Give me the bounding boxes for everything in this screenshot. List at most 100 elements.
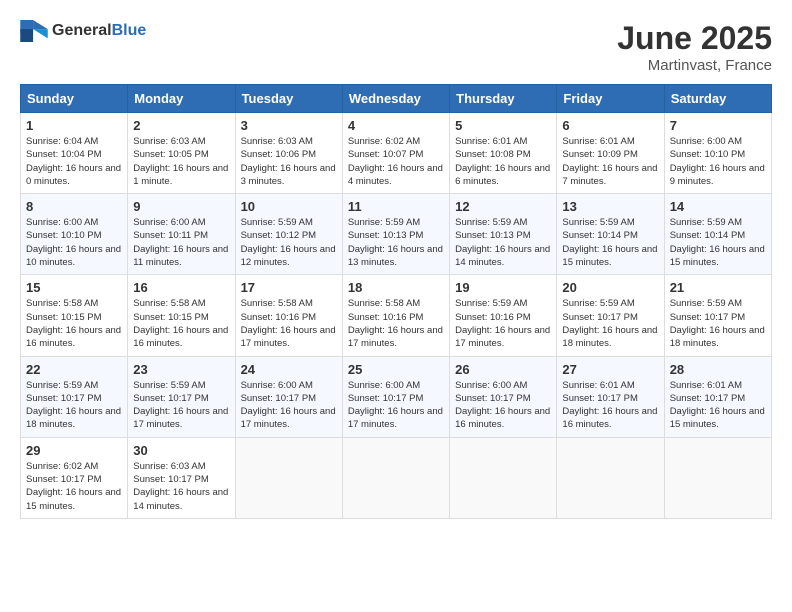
day-number: 11 [348, 199, 444, 214]
day-number: 26 [455, 362, 551, 377]
day-number: 18 [348, 280, 444, 295]
day-number: 29 [26, 443, 122, 458]
calendar-cell: 21 Sunrise: 5:59 AM Sunset: 10:17 PM Day… [664, 275, 771, 356]
cell-info: Sunrise: 5:59 AM Sunset: 10:16 PM Daylig… [455, 297, 551, 350]
calendar-cell [557, 437, 664, 518]
day-number: 8 [26, 199, 122, 214]
calendar-cell: 15 Sunrise: 5:58 AM Sunset: 10:15 PM Day… [21, 275, 128, 356]
day-number: 7 [670, 118, 766, 133]
day-number: 4 [348, 118, 444, 133]
cell-info: Sunrise: 6:00 AM Sunset: 10:17 PM Daylig… [241, 379, 337, 432]
logo-text: GeneralBlue [52, 22, 146, 40]
day-number: 15 [26, 280, 122, 295]
calendar-cell: 26 Sunrise: 6:00 AM Sunset: 10:17 PM Day… [450, 356, 557, 437]
calendar-cell [450, 437, 557, 518]
cell-info: Sunrise: 5:58 AM Sunset: 10:16 PM Daylig… [241, 297, 337, 350]
day-number: 2 [133, 118, 229, 133]
calendar-cell: 18 Sunrise: 5:58 AM Sunset: 10:16 PM Day… [342, 275, 449, 356]
calendar-cell: 16 Sunrise: 5:58 AM Sunset: 10:15 PM Day… [128, 275, 235, 356]
cell-info: Sunrise: 6:03 AM Sunset: 10:17 PM Daylig… [133, 460, 229, 513]
calendar-week-row: 15 Sunrise: 5:58 AM Sunset: 10:15 PM Day… [21, 275, 772, 356]
logo: GeneralBlue [20, 20, 146, 42]
weekday-header: Thursday [450, 85, 557, 113]
cell-info: Sunrise: 6:01 AM Sunset: 10:09 PM Daylig… [562, 135, 658, 188]
calendar-cell: 7 Sunrise: 6:00 AM Sunset: 10:10 PM Dayl… [664, 113, 771, 194]
calendar-cell [664, 437, 771, 518]
weekday-header: Wednesday [342, 85, 449, 113]
day-number: 27 [562, 362, 658, 377]
logo-icon [20, 20, 48, 42]
cell-info: Sunrise: 6:01 AM Sunset: 10:17 PM Daylig… [562, 379, 658, 432]
location-title: Martinvast, France [617, 57, 772, 74]
cell-info: Sunrise: 6:03 AM Sunset: 10:06 PM Daylig… [241, 135, 337, 188]
calendar-header-row: SundayMondayTuesdayWednesdayThursdayFrid… [21, 85, 772, 113]
weekday-header: Sunday [21, 85, 128, 113]
calendar-cell: 23 Sunrise: 5:59 AM Sunset: 10:17 PM Day… [128, 356, 235, 437]
cell-info: Sunrise: 6:01 AM Sunset: 10:17 PM Daylig… [670, 379, 766, 432]
cell-info: Sunrise: 6:00 AM Sunset: 10:17 PM Daylig… [348, 379, 444, 432]
calendar-cell: 25 Sunrise: 6:00 AM Sunset: 10:17 PM Day… [342, 356, 449, 437]
cell-info: Sunrise: 6:03 AM Sunset: 10:05 PM Daylig… [133, 135, 229, 188]
day-number: 5 [455, 118, 551, 133]
cell-info: Sunrise: 5:59 AM Sunset: 10:13 PM Daylig… [455, 216, 551, 269]
calendar-cell: 22 Sunrise: 5:59 AM Sunset: 10:17 PM Day… [21, 356, 128, 437]
day-number: 22 [26, 362, 122, 377]
day-number: 28 [670, 362, 766, 377]
cell-info: Sunrise: 5:59 AM Sunset: 10:17 PM Daylig… [670, 297, 766, 350]
calendar-cell: 6 Sunrise: 6:01 AM Sunset: 10:09 PM Dayl… [557, 113, 664, 194]
calendar-week-row: 22 Sunrise: 5:59 AM Sunset: 10:17 PM Day… [21, 356, 772, 437]
day-number: 6 [562, 118, 658, 133]
calendar-cell: 27 Sunrise: 6:01 AM Sunset: 10:17 PM Day… [557, 356, 664, 437]
day-number: 21 [670, 280, 766, 295]
month-title: June 2025 [617, 20, 772, 57]
calendar-cell: 9 Sunrise: 6:00 AM Sunset: 10:11 PM Dayl… [128, 194, 235, 275]
day-number: 3 [241, 118, 337, 133]
calendar-cell: 5 Sunrise: 6:01 AM Sunset: 10:08 PM Dayl… [450, 113, 557, 194]
cell-info: Sunrise: 5:59 AM Sunset: 10:17 PM Daylig… [562, 297, 658, 350]
day-number: 24 [241, 362, 337, 377]
calendar-week-row: 1 Sunrise: 6:04 AM Sunset: 10:04 PM Dayl… [21, 113, 772, 194]
cell-info: Sunrise: 6:02 AM Sunset: 10:17 PM Daylig… [26, 460, 122, 513]
cell-info: Sunrise: 5:58 AM Sunset: 10:15 PM Daylig… [133, 297, 229, 350]
weekday-header: Friday [557, 85, 664, 113]
calendar-cell [342, 437, 449, 518]
calendar-cell: 29 Sunrise: 6:02 AM Sunset: 10:17 PM Day… [21, 437, 128, 518]
cell-info: Sunrise: 5:58 AM Sunset: 10:16 PM Daylig… [348, 297, 444, 350]
cell-info: Sunrise: 6:00 AM Sunset: 10:11 PM Daylig… [133, 216, 229, 269]
cell-info: Sunrise: 5:59 AM Sunset: 10:17 PM Daylig… [26, 379, 122, 432]
calendar-cell: 12 Sunrise: 5:59 AM Sunset: 10:13 PM Day… [450, 194, 557, 275]
day-number: 14 [670, 199, 766, 214]
calendar-cell: 14 Sunrise: 5:59 AM Sunset: 10:14 PM Day… [664, 194, 771, 275]
calendar-week-row: 8 Sunrise: 6:00 AM Sunset: 10:10 PM Dayl… [21, 194, 772, 275]
weekday-header: Saturday [664, 85, 771, 113]
day-number: 23 [133, 362, 229, 377]
day-number: 13 [562, 199, 658, 214]
day-number: 20 [562, 280, 658, 295]
calendar-cell: 10 Sunrise: 5:59 AM Sunset: 10:12 PM Day… [235, 194, 342, 275]
cell-info: Sunrise: 5:59 AM Sunset: 10:17 PM Daylig… [133, 379, 229, 432]
calendar-cell: 4 Sunrise: 6:02 AM Sunset: 10:07 PM Dayl… [342, 113, 449, 194]
calendar-cell: 3 Sunrise: 6:03 AM Sunset: 10:06 PM Dayl… [235, 113, 342, 194]
weekday-header: Tuesday [235, 85, 342, 113]
cell-info: Sunrise: 6:02 AM Sunset: 10:07 PM Daylig… [348, 135, 444, 188]
calendar-cell [235, 437, 342, 518]
calendar-cell: 11 Sunrise: 5:59 AM Sunset: 10:13 PM Day… [342, 194, 449, 275]
calendar-cell: 2 Sunrise: 6:03 AM Sunset: 10:05 PM Dayl… [128, 113, 235, 194]
calendar-cell: 8 Sunrise: 6:00 AM Sunset: 10:10 PM Dayl… [21, 194, 128, 275]
day-number: 1 [26, 118, 122, 133]
calendar-cell: 20 Sunrise: 5:59 AM Sunset: 10:17 PM Day… [557, 275, 664, 356]
title-area: June 2025 Martinvast, France [617, 20, 772, 74]
cell-info: Sunrise: 6:00 AM Sunset: 10:10 PM Daylig… [670, 135, 766, 188]
day-number: 17 [241, 280, 337, 295]
day-number: 16 [133, 280, 229, 295]
day-number: 25 [348, 362, 444, 377]
calendar-week-row: 29 Sunrise: 6:02 AM Sunset: 10:17 PM Day… [21, 437, 772, 518]
day-number: 12 [455, 199, 551, 214]
day-number: 30 [133, 443, 229, 458]
calendar-cell: 30 Sunrise: 6:03 AM Sunset: 10:17 PM Day… [128, 437, 235, 518]
calendar-cell: 17 Sunrise: 5:58 AM Sunset: 10:16 PM Day… [235, 275, 342, 356]
calendar-cell: 19 Sunrise: 5:59 AM Sunset: 10:16 PM Day… [450, 275, 557, 356]
cell-info: Sunrise: 6:00 AM Sunset: 10:10 PM Daylig… [26, 216, 122, 269]
day-number: 19 [455, 280, 551, 295]
calendar-cell: 1 Sunrise: 6:04 AM Sunset: 10:04 PM Dayl… [21, 113, 128, 194]
